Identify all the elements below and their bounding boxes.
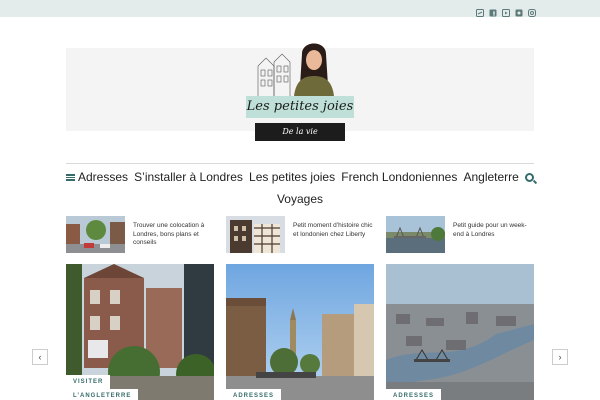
- slide-2-category-adresses[interactable]: Adresses: [226, 389, 282, 400]
- social-links: [476, 4, 536, 17]
- slide-3-category-adresses[interactable]: Adresses: [386, 389, 442, 400]
- slide-3[interactable]: Adresses: [386, 264, 534, 400]
- slider-next-button[interactable]: ›: [552, 349, 568, 365]
- nav-item-angleterre[interactable]: Angleterre: [463, 170, 518, 184]
- nav-item-french-londoniennes[interactable]: French Londoniennes: [341, 170, 457, 184]
- slider-prev-button[interactable]: ‹: [32, 349, 48, 365]
- nav-item-petites-joies[interactable]: Les petites joies: [249, 170, 335, 184]
- nav-item-voyages[interactable]: Voyages: [277, 192, 323, 206]
- nav-item-sinstaller[interactable]: S’installer à Londres: [134, 170, 243, 184]
- pinterest-icon[interactable]: [515, 4, 523, 17]
- slide-1-category-visiter[interactable]: Visiter: [66, 375, 111, 389]
- featured-post-3[interactable]: Petit guide pour un week-end à Londres: [386, 216, 537, 254]
- slide-2[interactable]: Adresses: [226, 264, 374, 400]
- slide-image-3: [386, 264, 534, 400]
- youtube-icon[interactable]: [502, 4, 510, 17]
- logo-title[interactable]: Les petites joies: [246, 96, 354, 118]
- logo-subtitle: De la vie Londonienne: [255, 123, 345, 154]
- nav-divider: [66, 163, 534, 164]
- slide-image-2: [226, 264, 374, 400]
- slide-1-category-angleterre[interactable]: L’Angleterre: [66, 389, 139, 400]
- twitter-icon[interactable]: [476, 4, 484, 17]
- featured-thumb-1[interactable]: [66, 216, 125, 253]
- nav-item-adresses[interactable]: Adresses: [66, 170, 128, 184]
- menu-icon[interactable]: [66, 173, 75, 181]
- featured-title-1[interactable]: Trouver une colocation à Londres, bons p…: [133, 216, 217, 254]
- featured-thumb-3[interactable]: [386, 216, 445, 253]
- featured-post-2[interactable]: Petit moment d’histoire chic et londonie…: [226, 216, 377, 254]
- featured-title-2[interactable]: Petit moment d’histoire chic et londonie…: [293, 216, 377, 254]
- nav-row-2: Voyages: [0, 190, 600, 208]
- facebook-icon[interactable]: [489, 4, 497, 17]
- instagram-icon[interactable]: [528, 4, 536, 17]
- featured-thumb-2[interactable]: [226, 216, 285, 253]
- featured-title-3[interactable]: Petit guide pour un week-end à Londres: [453, 216, 537, 254]
- top-bar: [0, 0, 600, 17]
- featured-post-1[interactable]: Trouver une colocation à Londres, bons p…: [66, 216, 217, 254]
- main-nav: Adresses S’installer à Londres Les petit…: [66, 168, 534, 186]
- slide-1[interactable]: Visiter L’Angleterre: [66, 264, 214, 400]
- nav-label-adresses[interactable]: Adresses: [78, 170, 128, 184]
- search-icon[interactable]: [525, 172, 534, 182]
